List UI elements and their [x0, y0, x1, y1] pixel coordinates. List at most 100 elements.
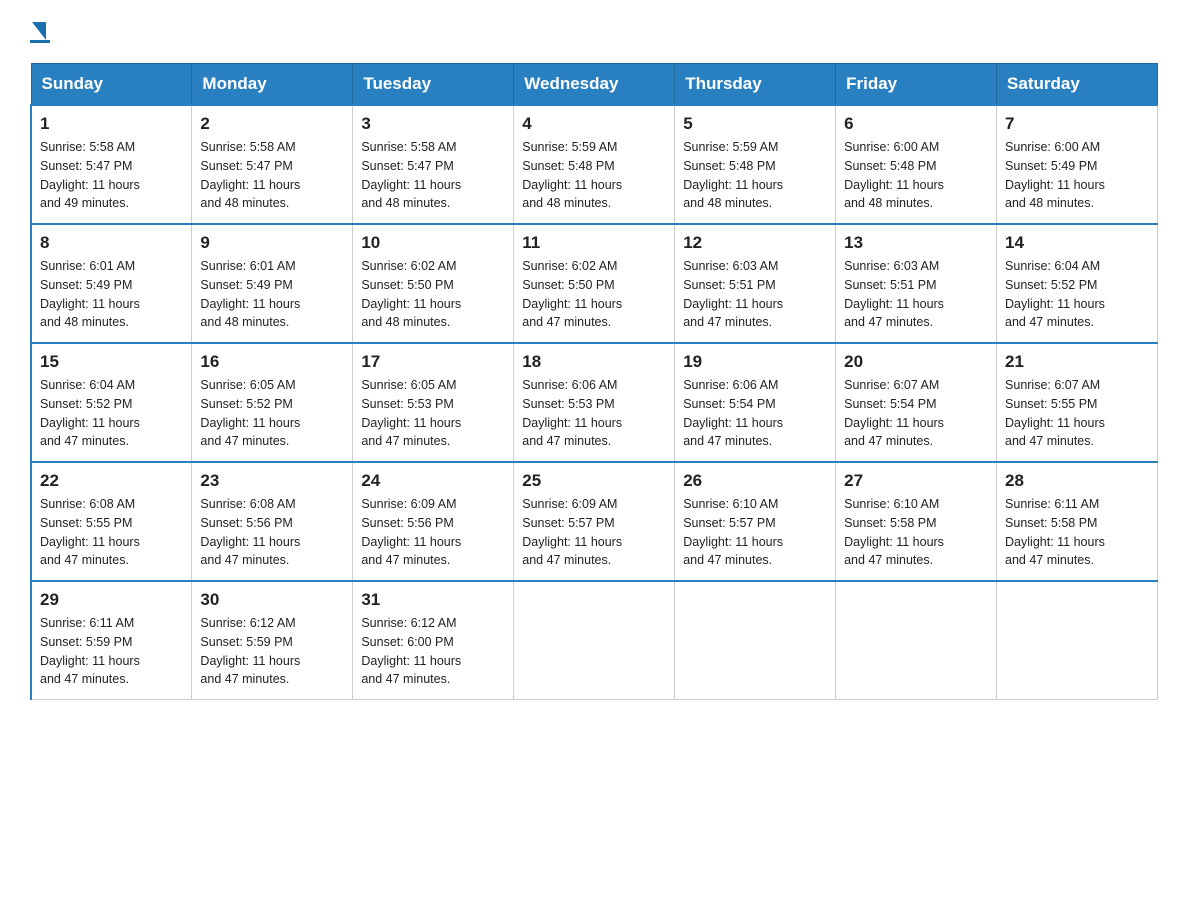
- day-info: Sunrise: 6:07 AM Sunset: 5:55 PM Dayligh…: [1005, 376, 1149, 451]
- day-info: Sunrise: 5:58 AM Sunset: 5:47 PM Dayligh…: [361, 138, 505, 213]
- day-number: 7: [1005, 114, 1149, 134]
- calendar-cell: 27 Sunrise: 6:10 AM Sunset: 5:58 PM Dayl…: [836, 462, 997, 581]
- day-number: 31: [361, 590, 505, 610]
- col-monday: Monday: [192, 64, 353, 106]
- calendar-week-1: 1 Sunrise: 5:58 AM Sunset: 5:47 PM Dayli…: [31, 105, 1158, 224]
- day-info: Sunrise: 6:05 AM Sunset: 5:52 PM Dayligh…: [200, 376, 344, 451]
- day-number: 24: [361, 471, 505, 491]
- day-info: Sunrise: 6:01 AM Sunset: 5:49 PM Dayligh…: [40, 257, 183, 332]
- day-number: 26: [683, 471, 827, 491]
- day-number: 8: [40, 233, 183, 253]
- calendar-table: Sunday Monday Tuesday Wednesday Thursday…: [30, 63, 1158, 700]
- day-number: 13: [844, 233, 988, 253]
- col-friday: Friday: [836, 64, 997, 106]
- col-saturday: Saturday: [997, 64, 1158, 106]
- header-row: Sunday Monday Tuesday Wednesday Thursday…: [31, 64, 1158, 106]
- logo-arrow-icon: [32, 22, 46, 40]
- calendar-cell: [997, 581, 1158, 700]
- calendar-cell: 26 Sunrise: 6:10 AM Sunset: 5:57 PM Dayl…: [675, 462, 836, 581]
- calendar-cell: 1 Sunrise: 5:58 AM Sunset: 5:47 PM Dayli…: [31, 105, 192, 224]
- day-info: Sunrise: 6:04 AM Sunset: 5:52 PM Dayligh…: [1005, 257, 1149, 332]
- day-info: Sunrise: 6:08 AM Sunset: 5:56 PM Dayligh…: [200, 495, 344, 570]
- day-info: Sunrise: 6:12 AM Sunset: 6:00 PM Dayligh…: [361, 614, 505, 689]
- calendar-cell: [514, 581, 675, 700]
- day-info: Sunrise: 6:10 AM Sunset: 5:57 PM Dayligh…: [683, 495, 827, 570]
- calendar-cell: 13 Sunrise: 6:03 AM Sunset: 5:51 PM Dayl…: [836, 224, 997, 343]
- day-number: 30: [200, 590, 344, 610]
- col-sunday: Sunday: [31, 64, 192, 106]
- day-number: 29: [40, 590, 183, 610]
- day-number: 4: [522, 114, 666, 134]
- day-number: 23: [200, 471, 344, 491]
- day-number: 12: [683, 233, 827, 253]
- day-info: Sunrise: 5:58 AM Sunset: 5:47 PM Dayligh…: [40, 138, 183, 213]
- calendar-cell: 19 Sunrise: 6:06 AM Sunset: 5:54 PM Dayl…: [675, 343, 836, 462]
- day-number: 22: [40, 471, 183, 491]
- day-info: Sunrise: 6:09 AM Sunset: 5:56 PM Dayligh…: [361, 495, 505, 570]
- calendar-cell: [675, 581, 836, 700]
- calendar-cell: 18 Sunrise: 6:06 AM Sunset: 5:53 PM Dayl…: [514, 343, 675, 462]
- day-info: Sunrise: 6:09 AM Sunset: 5:57 PM Dayligh…: [522, 495, 666, 570]
- day-number: 18: [522, 352, 666, 372]
- calendar-cell: 10 Sunrise: 6:02 AM Sunset: 5:50 PM Dayl…: [353, 224, 514, 343]
- day-info: Sunrise: 6:11 AM Sunset: 5:58 PM Dayligh…: [1005, 495, 1149, 570]
- calendar-cell: 9 Sunrise: 6:01 AM Sunset: 5:49 PM Dayli…: [192, 224, 353, 343]
- day-number: 21: [1005, 352, 1149, 372]
- day-number: 16: [200, 352, 344, 372]
- day-number: 25: [522, 471, 666, 491]
- calendar-cell: 6 Sunrise: 6:00 AM Sunset: 5:48 PM Dayli…: [836, 105, 997, 224]
- calendar-cell: 23 Sunrise: 6:08 AM Sunset: 5:56 PM Dayl…: [192, 462, 353, 581]
- calendar-week-5: 29 Sunrise: 6:11 AM Sunset: 5:59 PM Dayl…: [31, 581, 1158, 700]
- calendar-cell: 24 Sunrise: 6:09 AM Sunset: 5:56 PM Dayl…: [353, 462, 514, 581]
- calendar-cell: 14 Sunrise: 6:04 AM Sunset: 5:52 PM Dayl…: [997, 224, 1158, 343]
- calendar-cell: 31 Sunrise: 6:12 AM Sunset: 6:00 PM Dayl…: [353, 581, 514, 700]
- calendar-cell: 15 Sunrise: 6:04 AM Sunset: 5:52 PM Dayl…: [31, 343, 192, 462]
- logo-underline: [30, 40, 50, 43]
- day-number: 6: [844, 114, 988, 134]
- calendar-cell: 12 Sunrise: 6:03 AM Sunset: 5:51 PM Dayl…: [675, 224, 836, 343]
- calendar-cell: 21 Sunrise: 6:07 AM Sunset: 5:55 PM Dayl…: [997, 343, 1158, 462]
- day-info: Sunrise: 5:58 AM Sunset: 5:47 PM Dayligh…: [200, 138, 344, 213]
- calendar-cell: 11 Sunrise: 6:02 AM Sunset: 5:50 PM Dayl…: [514, 224, 675, 343]
- day-number: 15: [40, 352, 183, 372]
- day-info: Sunrise: 6:06 AM Sunset: 5:53 PM Dayligh…: [522, 376, 666, 451]
- page-header: [30, 20, 1158, 43]
- day-info: Sunrise: 6:06 AM Sunset: 5:54 PM Dayligh…: [683, 376, 827, 451]
- day-number: 2: [200, 114, 344, 134]
- day-number: 9: [200, 233, 344, 253]
- calendar-cell: 8 Sunrise: 6:01 AM Sunset: 5:49 PM Dayli…: [31, 224, 192, 343]
- day-info: Sunrise: 6:00 AM Sunset: 5:49 PM Dayligh…: [1005, 138, 1149, 213]
- day-number: 28: [1005, 471, 1149, 491]
- day-number: 27: [844, 471, 988, 491]
- day-number: 3: [361, 114, 505, 134]
- calendar-cell: 17 Sunrise: 6:05 AM Sunset: 5:53 PM Dayl…: [353, 343, 514, 462]
- day-number: 5: [683, 114, 827, 134]
- calendar-cell: 4 Sunrise: 5:59 AM Sunset: 5:48 PM Dayli…: [514, 105, 675, 224]
- day-number: 20: [844, 352, 988, 372]
- calendar-cell: 5 Sunrise: 5:59 AM Sunset: 5:48 PM Dayli…: [675, 105, 836, 224]
- calendar-week-2: 8 Sunrise: 6:01 AM Sunset: 5:49 PM Dayli…: [31, 224, 1158, 343]
- day-number: 19: [683, 352, 827, 372]
- calendar-cell: 29 Sunrise: 6:11 AM Sunset: 5:59 PM Dayl…: [31, 581, 192, 700]
- calendar-cell: 28 Sunrise: 6:11 AM Sunset: 5:58 PM Dayl…: [997, 462, 1158, 581]
- calendar-cell: 30 Sunrise: 6:12 AM Sunset: 5:59 PM Dayl…: [192, 581, 353, 700]
- logo: [30, 20, 50, 43]
- day-info: Sunrise: 6:11 AM Sunset: 5:59 PM Dayligh…: [40, 614, 183, 689]
- calendar-cell: 7 Sunrise: 6:00 AM Sunset: 5:49 PM Dayli…: [997, 105, 1158, 224]
- col-thursday: Thursday: [675, 64, 836, 106]
- calendar-week-3: 15 Sunrise: 6:04 AM Sunset: 5:52 PM Dayl…: [31, 343, 1158, 462]
- day-info: Sunrise: 6:03 AM Sunset: 5:51 PM Dayligh…: [683, 257, 827, 332]
- calendar-cell: 25 Sunrise: 6:09 AM Sunset: 5:57 PM Dayl…: [514, 462, 675, 581]
- calendar-cell: 2 Sunrise: 5:58 AM Sunset: 5:47 PM Dayli…: [192, 105, 353, 224]
- calendar-cell: [836, 581, 997, 700]
- col-tuesday: Tuesday: [353, 64, 514, 106]
- day-number: 14: [1005, 233, 1149, 253]
- calendar-cell: 20 Sunrise: 6:07 AM Sunset: 5:54 PM Dayl…: [836, 343, 997, 462]
- day-info: Sunrise: 6:07 AM Sunset: 5:54 PM Dayligh…: [844, 376, 988, 451]
- day-info: Sunrise: 6:05 AM Sunset: 5:53 PM Dayligh…: [361, 376, 505, 451]
- day-info: Sunrise: 6:10 AM Sunset: 5:58 PM Dayligh…: [844, 495, 988, 570]
- day-number: 1: [40, 114, 183, 134]
- day-number: 11: [522, 233, 666, 253]
- col-wednesday: Wednesday: [514, 64, 675, 106]
- day-info: Sunrise: 6:12 AM Sunset: 5:59 PM Dayligh…: [200, 614, 344, 689]
